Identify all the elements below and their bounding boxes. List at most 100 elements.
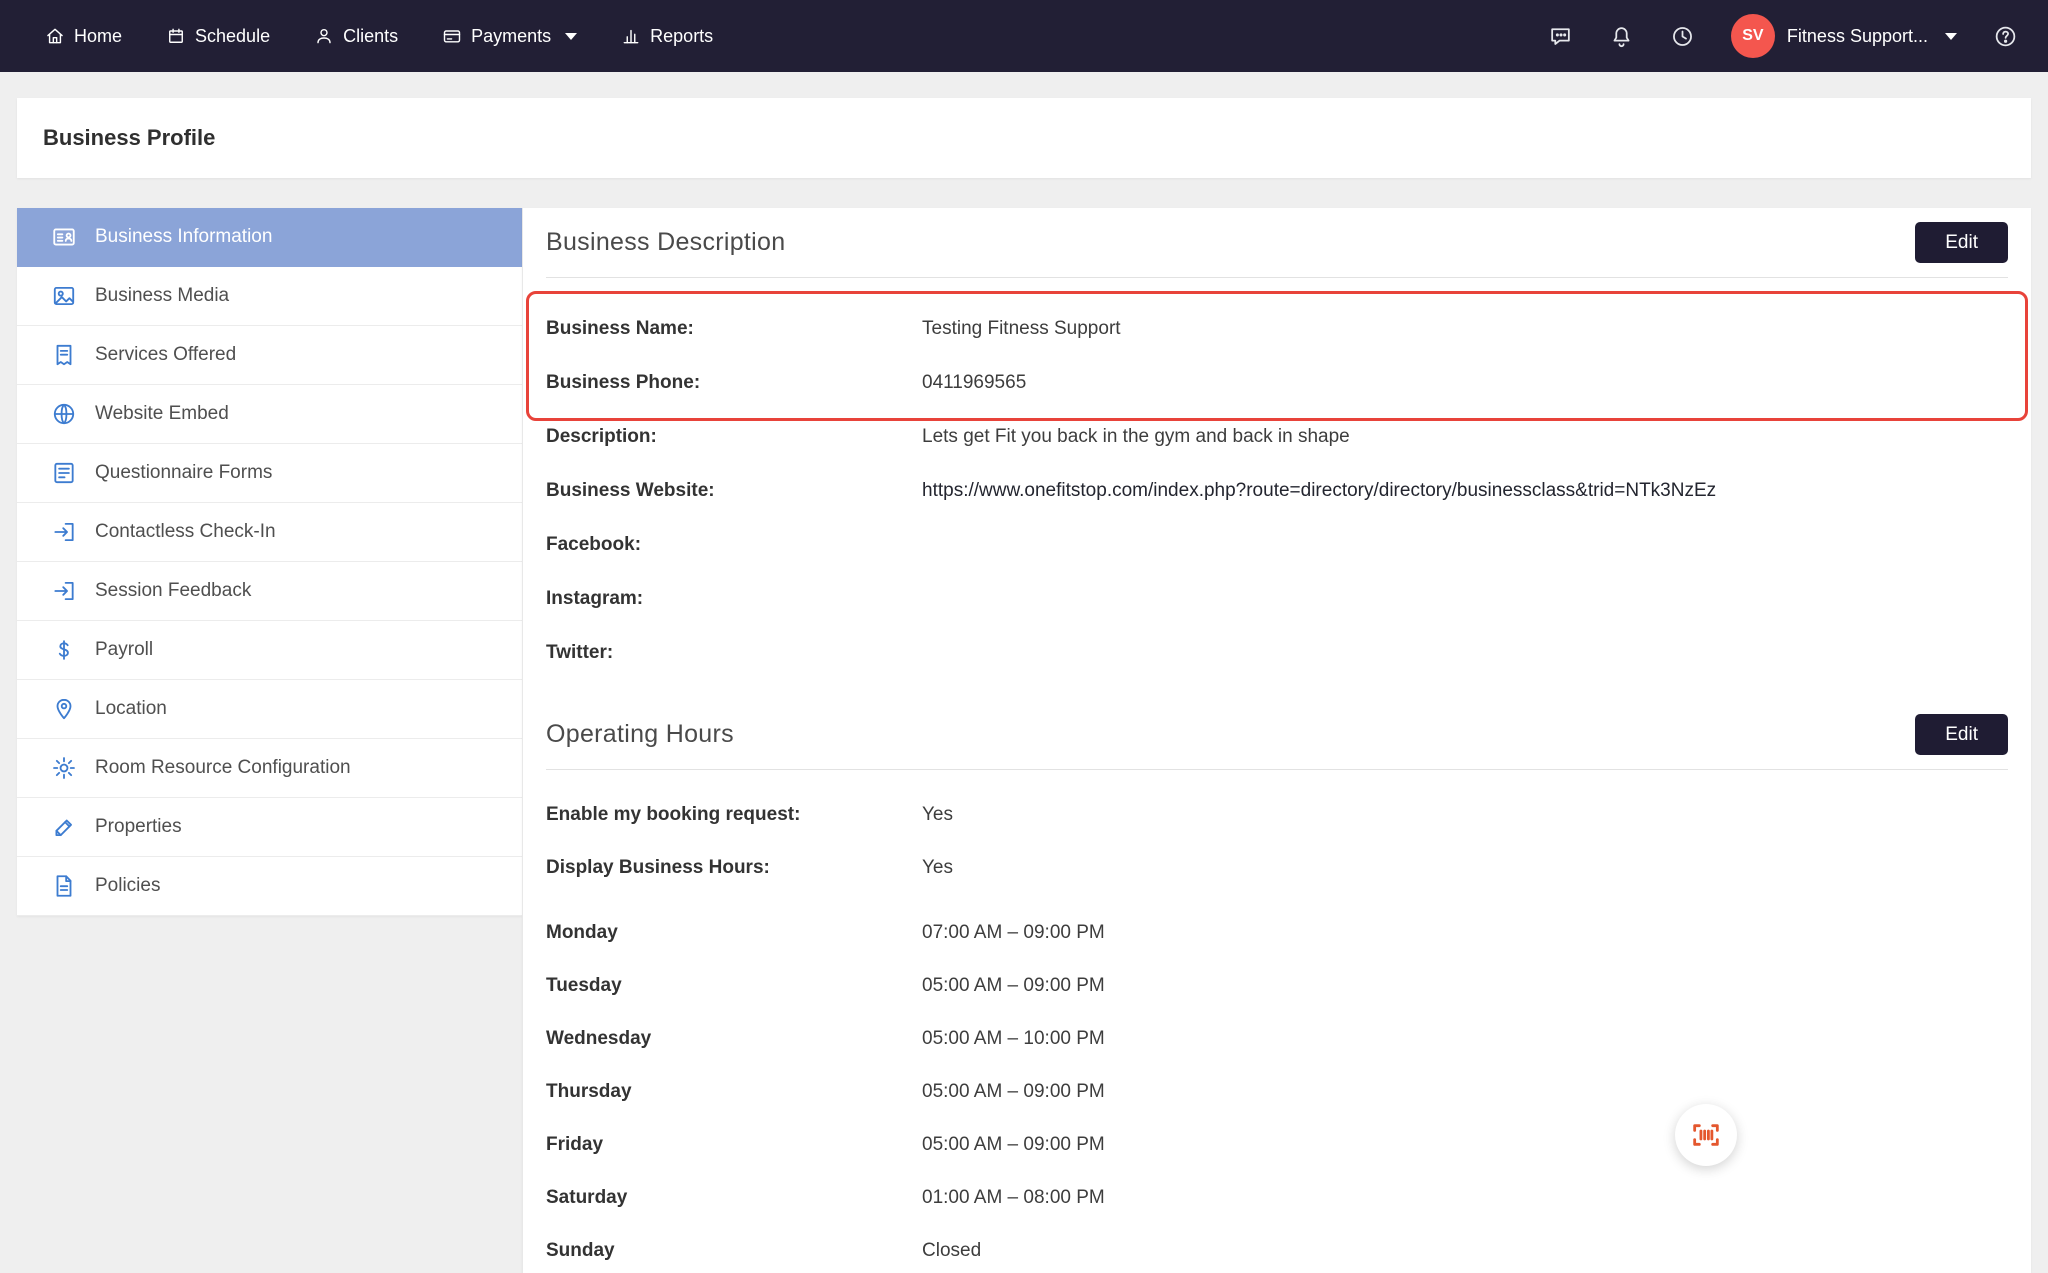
hours-row-wednesday: Wednesday05:00 AM – 10:00 PM bbox=[546, 1012, 2008, 1065]
page-title-card: Business Profile bbox=[17, 98, 2031, 178]
website-embed-icon bbox=[51, 401, 77, 427]
hours-row-friday: Friday05:00 AM – 09:00 PM bbox=[546, 1118, 2008, 1171]
schedule-icon bbox=[166, 26, 186, 46]
help-icon[interactable] bbox=[1993, 24, 2018, 49]
chat-icon[interactable] bbox=[1548, 24, 1573, 49]
hours-row-saturday: Saturday01:00 AM – 08:00 PM bbox=[546, 1171, 2008, 1224]
field-value: 01:00 AM – 08:00 PM bbox=[922, 1187, 1105, 1209]
sidebar-item-label: Location bbox=[95, 698, 167, 720]
field-label: Business Website: bbox=[546, 480, 922, 502]
nav-item-label: Schedule bbox=[195, 26, 270, 47]
feedback-widget-button[interactable] bbox=[1675, 1104, 1737, 1166]
chevron-down-icon bbox=[1945, 33, 1957, 40]
sidebar-item-policies[interactable]: Policies bbox=[17, 857, 522, 916]
sidebar-item-label: Services Offered bbox=[95, 344, 236, 366]
description-row-instagram: Instagram: bbox=[546, 572, 2008, 626]
description-row-facebook: Facebook: bbox=[546, 518, 2008, 572]
field-label: Business Name: bbox=[546, 318, 922, 340]
top-navbar: Home Schedule Clients Payments Reports SV Fi… bbox=[0, 0, 2048, 72]
field-label: Description: bbox=[546, 426, 922, 448]
sidebar-item-label: Questionnaire Forms bbox=[95, 462, 272, 484]
field-label: Wednesday bbox=[546, 1028, 922, 1050]
field-value: 0411969565 bbox=[922, 372, 1026, 394]
nav-item-label: Reports bbox=[650, 26, 713, 47]
sidebar-item-label: Business Information bbox=[95, 226, 272, 248]
policies-icon bbox=[51, 873, 77, 899]
nav-item-reports[interactable]: Reports bbox=[621, 26, 713, 47]
bell-icon[interactable] bbox=[1609, 24, 1634, 49]
sidebar-item-label: Business Media bbox=[95, 285, 229, 307]
edit-operating-hours-button[interactable]: Edit bbox=[1915, 714, 2008, 755]
field-label: Facebook: bbox=[546, 534, 922, 556]
account-menu[interactable]: SV Fitness Support... bbox=[1731, 14, 1957, 58]
field-label: Enable my booking request: bbox=[546, 804, 922, 826]
page-body: Business Profile Business InformationBus… bbox=[0, 72, 2048, 1273]
field-value: 05:00 AM – 10:00 PM bbox=[922, 1028, 1105, 1050]
field-value: Yes bbox=[922, 804, 953, 826]
sidebar-item-questionnaire-forms[interactable]: Questionnaire Forms bbox=[17, 444, 522, 503]
field-value-link[interactable]: https://www.onefitstop.com/index.php?rou… bbox=[922, 480, 1716, 502]
field-label: Sunday bbox=[546, 1240, 922, 1262]
sidebar-item-label: Session Feedback bbox=[95, 580, 251, 602]
nav-item-schedule[interactable]: Schedule bbox=[166, 26, 270, 47]
business-information-icon bbox=[51, 224, 77, 250]
nav-item-label: Payments bbox=[471, 26, 551, 47]
nav-item-clients[interactable]: Clients bbox=[314, 26, 398, 47]
barcode-icon bbox=[1690, 1119, 1722, 1151]
description-row-twitter: Twitter: bbox=[546, 626, 2008, 680]
sidebar: Business Information Business Media Servic… bbox=[17, 208, 522, 916]
payroll-icon bbox=[51, 637, 77, 663]
account-name: Fitness Support... bbox=[1787, 26, 1928, 47]
operating-hours-title: Operating Hours bbox=[546, 720, 734, 749]
field-label: Saturday bbox=[546, 1187, 922, 1209]
sidebar-item-label: Payroll bbox=[95, 639, 153, 661]
field-value: 05:00 AM – 09:00 PM bbox=[922, 975, 1105, 997]
sidebar-item-session-feedback[interactable]: Session Feedback bbox=[17, 562, 522, 621]
clock-icon[interactable] bbox=[1670, 24, 1695, 49]
field-label: Thursday bbox=[546, 1081, 922, 1103]
sidebar-item-label: Contactless Check-In bbox=[95, 521, 276, 543]
sidebar-item-services-offered[interactable]: Services Offered bbox=[17, 326, 522, 385]
description-row-business-phone: Business Phone:0411969565 bbox=[546, 356, 2008, 410]
services-offered-icon bbox=[51, 342, 77, 368]
description-row-description: Description:Lets get Fit you back in the… bbox=[546, 410, 2008, 464]
hours-row-display-business-hours: Display Business Hours:Yes bbox=[546, 841, 2008, 894]
session-feedback-icon bbox=[51, 578, 77, 604]
sidebar-item-room-resource-configuration[interactable]: Room Resource Configuration bbox=[17, 739, 522, 798]
hours-row-tuesday: Tuesday05:00 AM – 09:00 PM bbox=[546, 959, 2008, 1012]
nav-item-home[interactable]: Home bbox=[45, 26, 122, 47]
field-label: Friday bbox=[546, 1134, 922, 1156]
operating-hours-section: Operating Hours Edit Enable my booking r… bbox=[546, 700, 2008, 1273]
sidebar-item-payroll[interactable]: Payroll bbox=[17, 621, 522, 680]
section-header: Operating Hours Edit bbox=[546, 700, 2008, 770]
sidebar-item-business-media[interactable]: Business Media bbox=[17, 267, 522, 326]
sidebar-item-business-information[interactable]: Business Information bbox=[17, 208, 522, 267]
section-header: Business Description Edit bbox=[546, 208, 2008, 278]
sidebar-item-properties[interactable]: Properties bbox=[17, 798, 522, 857]
field-label: Tuesday bbox=[546, 975, 922, 997]
payments-icon bbox=[442, 26, 462, 46]
navbar-right: SV Fitness Support... bbox=[1548, 14, 2018, 58]
description-row-business-name: Business Name:Testing Fitness Support bbox=[546, 302, 2008, 356]
sidebar-item-label: Room Resource Configuration bbox=[95, 757, 351, 779]
field-label: Monday bbox=[546, 922, 922, 944]
field-value: 05:00 AM – 09:00 PM bbox=[922, 1134, 1105, 1156]
field-label: Display Business Hours: bbox=[546, 857, 922, 879]
sidebar-item-label: Website Embed bbox=[95, 403, 229, 425]
sidebar-item-location[interactable]: Location bbox=[17, 680, 522, 739]
hours-row-thursday: Thursday05:00 AM – 09:00 PM bbox=[546, 1065, 2008, 1118]
edit-business-description-button[interactable]: Edit bbox=[1915, 222, 2008, 263]
sidebar-item-contactless-check-in[interactable]: Contactless Check-In bbox=[17, 503, 522, 562]
sidebar-item-label: Properties bbox=[95, 816, 182, 838]
field-label: Instagram: bbox=[546, 588, 922, 610]
sidebar-item-website-embed[interactable]: Website Embed bbox=[17, 385, 522, 444]
field-value: Closed bbox=[922, 1240, 981, 1262]
sidebar-item-label: Policies bbox=[95, 875, 160, 897]
questionnaire-forms-icon bbox=[51, 460, 77, 486]
nav-item-label: Home bbox=[74, 26, 122, 47]
field-label: Business Phone: bbox=[546, 372, 922, 394]
field-label: Twitter: bbox=[546, 642, 922, 664]
hours-row-sunday: SundayClosed bbox=[546, 1224, 2008, 1273]
nav-item-label: Clients bbox=[343, 26, 398, 47]
nav-item-payments[interactable]: Payments bbox=[442, 26, 577, 47]
